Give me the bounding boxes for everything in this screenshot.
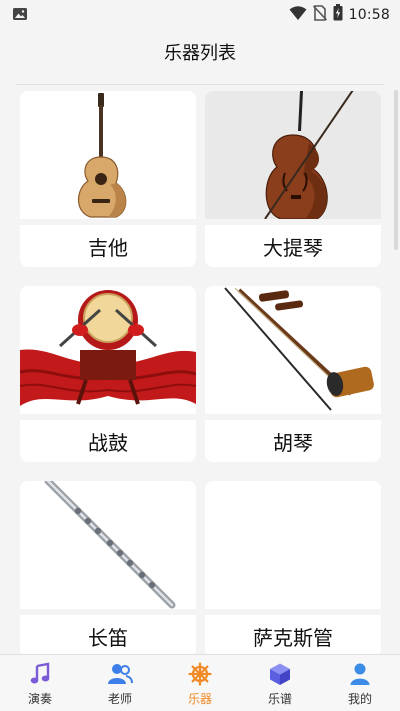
instrument-name: 战鼓 — [88, 430, 128, 455]
ship-wheel-icon — [187, 661, 213, 687]
guitar-image — [20, 91, 196, 219]
tab-instruments[interactable]: 乐器 — [160, 655, 240, 711]
wifi-icon — [289, 5, 307, 25]
tab-label: 乐器 — [187, 692, 212, 706]
tab-perform[interactable]: 演奏 — [0, 655, 80, 711]
instrument-name: 吉他 — [88, 235, 128, 260]
tab-label: 老师 — [107, 692, 132, 706]
tab-teacher[interactable]: 老师 — [80, 655, 160, 711]
clock-time: 10:58 — [348, 6, 390, 23]
scrollbar[interactable] — [394, 90, 398, 250]
status-bar: 10:58 — [0, 0, 400, 28]
instrument-grid[interactable]: 吉他 大提琴 战鼓 胡琴 长笛 萨克斯管 — [0, 86, 400, 654]
tab-label: 演奏 — [27, 692, 52, 706]
tab-profile[interactable]: 我的 — [320, 655, 400, 711]
title-bar: 乐器列表 — [0, 28, 400, 76]
bottom-tab-bar: 演奏 老师 乐器 乐谱 我的 — [0, 654, 400, 711]
huqin-image — [205, 286, 381, 414]
flute-image — [20, 481, 196, 609]
instrument-card-cello[interactable]: 大提琴 — [205, 91, 381, 267]
war-drum-image — [20, 286, 196, 414]
battery-charging-icon — [333, 4, 343, 25]
title-divider — [16, 84, 384, 85]
page-title: 乐器列表 — [164, 43, 236, 64]
instrument-name: 胡琴 — [273, 430, 313, 455]
instrument-card-guitar[interactable]: 吉他 — [20, 91, 196, 267]
instrument-name: 大提琴 — [263, 235, 323, 260]
tab-sheet-music[interactable]: 乐谱 — [240, 655, 320, 711]
no-sim-icon — [312, 4, 327, 25]
teacher-icon — [107, 661, 133, 687]
cello-image — [205, 91, 381, 220]
music-note-icon — [27, 661, 53, 687]
tab-label: 乐谱 — [267, 692, 292, 706]
instrument-name: 萨克斯管 — [253, 625, 333, 650]
instrument-card-flute[interactable]: 长笛 — [20, 481, 196, 654]
instrument-name: 长笛 — [88, 625, 128, 650]
instrument-card-huqin[interactable]: 胡琴 — [205, 286, 381, 462]
cube-icon — [267, 661, 293, 687]
saxophone-image — [205, 481, 381, 609]
tab-label: 我的 — [347, 692, 372, 706]
instrument-card-war-drum[interactable]: 战鼓 — [20, 286, 196, 462]
user-icon — [347, 661, 373, 687]
instrument-card-saxophone[interactable]: 萨克斯管 — [205, 481, 381, 654]
image-icon — [12, 7, 28, 26]
